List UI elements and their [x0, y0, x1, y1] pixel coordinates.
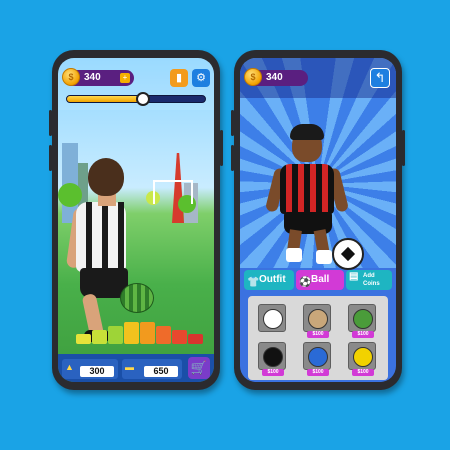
volume-button [231, 145, 234, 171]
patterned-ball-icon [308, 309, 328, 329]
avatar-sock [286, 248, 302, 262]
shop-item-patterned-ball[interactable]: $100 [303, 304, 331, 338]
coin-count: 340 [84, 72, 101, 83]
price-tag: $100 [352, 331, 374, 338]
score-box-left: ▲ 300 [62, 359, 118, 379]
avatar-hair [290, 124, 324, 140]
coin-count: 340 [266, 72, 283, 83]
power-button [220, 130, 223, 166]
soccer-ball [332, 238, 364, 270]
upgrade-icon: ▲ [65, 362, 74, 372]
tab-coins-label-1: Add [363, 273, 375, 279]
coins-stack-icon: ▤ [349, 271, 359, 282]
shop-cart-button[interactable]: 🛒 [188, 357, 210, 379]
watermelon-ball-icon [353, 309, 373, 329]
shop-item-classic-ball[interactable] [258, 304, 286, 332]
player-jersey [76, 202, 126, 272]
back-button[interactable]: ↰ [370, 68, 390, 88]
settings-button[interactable]: ⚙ [192, 69, 210, 87]
ball-icon: ⚽ [299, 277, 312, 288]
shop-screen: 340 $ ↰ 👕 Outfit ⚽ Ball ▤ Add Coins $100… [240, 58, 396, 382]
price-tag: $100 [262, 369, 284, 376]
tab-ball-label: Ball [311, 274, 330, 285]
tab-coins-label-2: Coins [363, 281, 380, 287]
cart-icon: 🛒 [190, 360, 208, 375]
eight-ball-icon [263, 347, 283, 367]
coin-icon: $ [244, 68, 262, 86]
avatar-sock [316, 250, 332, 264]
tab-add-coins[interactable]: ▤ Add Coins [346, 270, 392, 290]
shop-tabs: 👕 Outfit ⚽ Ball ▤ Add Coins [240, 270, 396, 292]
back-arrow-icon: ↰ [374, 70, 386, 85]
level-progress-bar [66, 92, 206, 106]
score-right-value: 650 [144, 366, 178, 377]
watermelon-ball[interactable] [120, 283, 154, 313]
shop-item-nine-ball[interactable]: $100 [348, 342, 376, 376]
nine-ball-icon [353, 347, 373, 367]
price-tag: $100 [352, 369, 374, 376]
coin-icon: $ [62, 68, 80, 86]
bottom-hud: ▲ 300 ▬ 650 🛒 [58, 354, 214, 382]
score-box-right: ▬ 650 [122, 359, 182, 379]
volume-button [49, 110, 52, 136]
gameplay-screen[interactable]: 340 $ + ▮ ⚙ ▲ 300 ▬ 650 🛒 [58, 58, 214, 382]
kick-power-meter[interactable] [76, 310, 206, 344]
tab-ball[interactable]: ⚽ Ball [296, 270, 344, 290]
gear-icon: ⚙ [196, 72, 206, 84]
shop-item-watermelon-ball[interactable]: $100 [348, 304, 376, 338]
score-left-value: 300 [80, 366, 114, 377]
left-phone: 340 $ + ▮ ⚙ ▲ 300 ▬ 650 🛒 [49, 50, 223, 390]
power-button [402, 130, 405, 166]
tab-outfit-label: Outfit [259, 274, 286, 285]
player-head [88, 158, 124, 196]
right-phone: 340 $ ↰ 👕 Outfit ⚽ Ball ▤ Add Coins $100… [231, 50, 405, 390]
shirt-icon: 👕 [247, 277, 260, 288]
avatar-jersey [280, 164, 334, 214]
tab-outfit[interactable]: 👕 Outfit [244, 270, 294, 290]
tree [58, 183, 82, 207]
classic-ball-icon [263, 309, 283, 329]
soccer-ball-icon [135, 92, 150, 106]
shop-item-earth-ball[interactable]: $100 [303, 342, 331, 376]
progress-fill [67, 96, 143, 102]
add-coins-icon[interactable]: + [120, 73, 130, 83]
shop-item-eight-ball[interactable]: $100 [258, 342, 286, 376]
price-tag: $100 [307, 369, 329, 376]
price-tag: $100 [307, 331, 329, 338]
volume-button [231, 110, 234, 136]
volume-button [49, 145, 52, 171]
stats-button[interactable]: ▮ [170, 69, 188, 87]
ball-grid: $100 $100 $100 $100 $100 [248, 296, 388, 380]
goal-post [153, 180, 193, 204]
earth-ball-icon [308, 347, 328, 367]
cash-icon: ▬ [125, 362, 134, 372]
bar-chart-icon: ▮ [175, 72, 183, 84]
